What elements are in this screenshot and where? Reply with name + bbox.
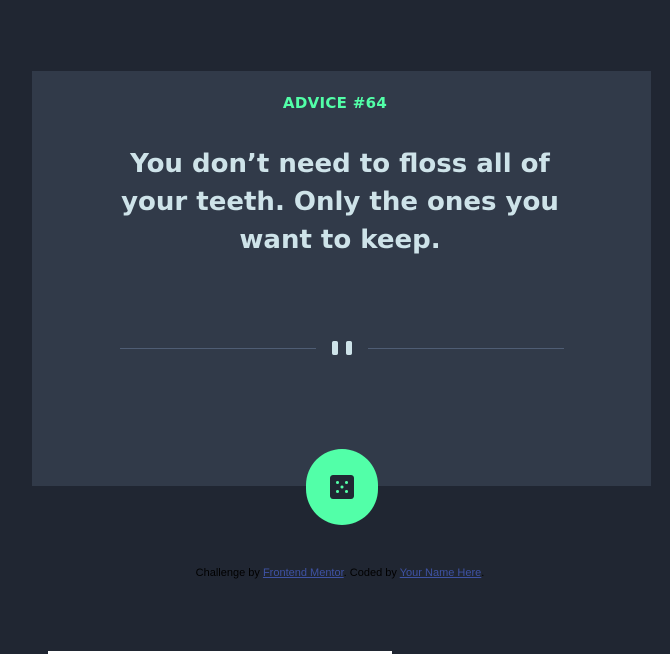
frontend-mentor-link[interactable]: Frontend Mentor bbox=[263, 567, 344, 579]
attribution-suffix: . bbox=[481, 567, 485, 579]
dice-icon bbox=[330, 475, 354, 499]
generate-advice-button[interactable] bbox=[306, 449, 378, 525]
attribution-middle: . Coded by bbox=[343, 567, 400, 579]
divider bbox=[120, 337, 564, 359]
attribution-prefix: Challenge by bbox=[195, 567, 263, 579]
divider-line-left bbox=[120, 348, 316, 349]
author-link[interactable]: Your Name Here bbox=[400, 567, 482, 579]
advice-id: ADVICE #64 bbox=[282, 94, 388, 112]
advice-card bbox=[32, 71, 651, 486]
divider-line-right bbox=[368, 348, 564, 349]
advice-quote: You don’t need to floss all of your teet… bbox=[121, 149, 559, 255]
pause-icon bbox=[332, 341, 352, 355]
attribution: Challenge by Frontend Mentor. Coded by Y… bbox=[0, 567, 670, 579]
